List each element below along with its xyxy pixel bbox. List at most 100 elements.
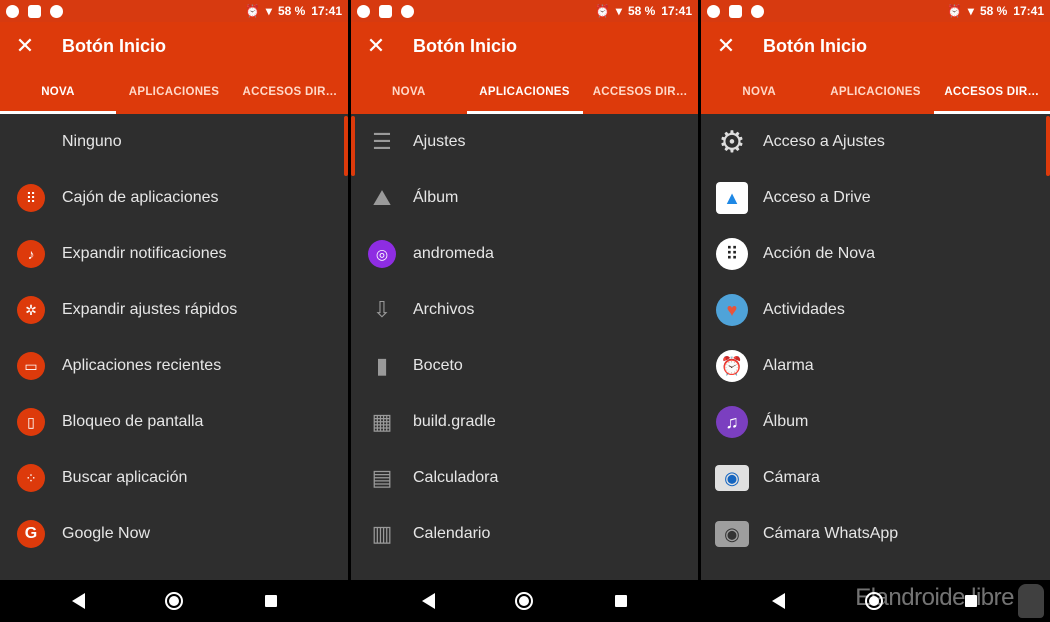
telegram-icon: [707, 4, 720, 18]
tab-accesos[interactable]: ACCESOS DIR…: [934, 70, 1050, 114]
close-button[interactable]: ✕: [0, 33, 50, 59]
list-item-label: Acceso a Ajustes: [763, 133, 885, 150]
back-icon[interactable]: [422, 593, 435, 609]
close-button[interactable]: ✕: [351, 33, 401, 59]
app-drawer-icon: ⠿: [17, 184, 45, 212]
recents-square-icon[interactable]: [615, 595, 627, 607]
list-item-label: Cajón de aplicaciones: [62, 189, 219, 206]
list-item-label: Expandir ajustes rápidos: [62, 301, 238, 318]
list-item-label: andromeda: [413, 245, 494, 262]
app-bar: ✕ Botón Inicio: [701, 22, 1050, 70]
app-bar: ✕ Botón Inicio: [351, 22, 698, 70]
nav-back-3[interactable]: [772, 580, 785, 622]
back-icon[interactable]: [772, 593, 785, 609]
no-disturb-icon: [401, 4, 414, 18]
list-item[interactable]: G Google Now: [0, 506, 348, 562]
list-item-label: Álbum: [763, 413, 809, 430]
list-item[interactable]: ⇩ Archivos: [351, 282, 698, 338]
download-arrow-icon: ⇩: [372, 297, 392, 322]
sliders-icon: ☰: [372, 129, 392, 154]
home-icon[interactable]: [165, 592, 183, 610]
google-icon: G: [17, 520, 45, 548]
nav-back-1[interactable]: [72, 580, 85, 622]
list-item[interactable]: ◎ andromeda: [351, 226, 698, 282]
list-item-label: Aplicaciones recientes: [62, 357, 222, 374]
search-apps-icon: ⁘: [17, 464, 45, 492]
scrollbar[interactable]: [1046, 116, 1050, 176]
list-item-label: build.gradle: [413, 413, 496, 430]
andromeda-icon: ◎: [368, 240, 396, 268]
list-item-label: Buscar aplicación: [62, 469, 188, 486]
recents-square-icon[interactable]: [265, 595, 277, 607]
gear-icon: ✲: [17, 296, 45, 324]
list-item-label: Cámara WhatsApp: [763, 525, 899, 542]
tab-nova[interactable]: NOVA: [701, 70, 817, 114]
list-item-label: Álbum: [413, 189, 459, 206]
list-item-label: Boceto: [413, 357, 463, 374]
list-item-label: Bloqueo de pantalla: [62, 413, 204, 430]
nav-home-2[interactable]: [515, 580, 533, 622]
list-item[interactable]: ♫ Álbum: [701, 394, 1050, 450]
scrollbar[interactable]: [344, 116, 348, 176]
back-icon[interactable]: [72, 593, 85, 609]
image-icon: [379, 4, 392, 18]
list-item[interactable]: ▲ Acceso a Drive: [701, 170, 1050, 226]
list-item[interactable]: ⠿ Acción de Nova: [701, 226, 1050, 282]
list-item[interactable]: ♪ Expandir notificaciones: [0, 226, 348, 282]
watermark-text: Elandroide libre: [855, 584, 1014, 611]
nav-home-1[interactable]: [165, 580, 183, 622]
battery-text: 58 %: [979, 4, 1008, 18]
list-item[interactable]: ☰ Ajustes: [351, 114, 698, 170]
list-item[interactable]: ▤ Calculadora: [351, 450, 698, 506]
image-icon: [729, 4, 742, 18]
battery-text: 58 %: [627, 4, 656, 18]
list-item[interactable]: ⏰ Alarma: [701, 338, 1050, 394]
list-item[interactable]: ⛰ Álbum: [351, 170, 698, 226]
tab-nova[interactable]: NOVA: [0, 70, 116, 114]
camera-icon: ◉: [715, 465, 749, 491]
action-list: Ninguno ⠿ Cajón de aplicaciones ♪ Expandir…: [0, 114, 348, 562]
list-item[interactable]: ⠿ Cajón de aplicaciones: [0, 170, 348, 226]
navigation-bar: Elandroide libre: [0, 580, 1050, 622]
list-item[interactable]: ▥ Calendario: [351, 506, 698, 562]
alarm-status-icon: ⏰: [946, 4, 962, 18]
home-icon[interactable]: [515, 592, 533, 610]
tab-nova[interactable]: NOVA: [351, 70, 467, 114]
list-item-label: Alarma: [763, 357, 814, 374]
list-item[interactable]: ▮ Boceto: [351, 338, 698, 394]
screen-accesos-tab: ⏰ ▾ 58 % 17:41 ✕ Botón Inicio NOVA APLICACI…: [701, 0, 1050, 580]
list-item[interactable]: Ninguno: [0, 114, 348, 170]
status-bar: ⏰ ▾ 58 % 17:41: [0, 0, 348, 22]
list-item[interactable]: ◉ Cámara WhatsApp: [701, 506, 1050, 562]
qr-icon: ▦: [371, 409, 393, 434]
tab-accesos[interactable]: ACCESOS DIR…: [232, 70, 348, 114]
status-bar: ⏰ ▾ 58 % 17:41: [351, 0, 698, 22]
alarm-status-icon: ⏰: [594, 4, 610, 18]
tab-aplicaciones[interactable]: APLICACIONES: [116, 70, 232, 114]
list-item[interactable]: ⁘ Buscar aplicación: [0, 450, 348, 506]
activities-icon: ♥: [716, 294, 748, 326]
tab-aplicaciones[interactable]: APLICACIONES: [817, 70, 933, 114]
scrollbar[interactable]: [351, 116, 355, 176]
screen-aplicaciones-tab: ⏰ ▾ 58 % 17:41 ✕ Botón Inicio NOVA APLICACI…: [351, 0, 698, 580]
tab-aplicaciones[interactable]: APLICACIONES: [467, 70, 583, 114]
nav-recents-1[interactable]: [265, 580, 277, 622]
list-item[interactable]: ▭ Aplicaciones recientes: [0, 338, 348, 394]
calendar-icon: ▥: [371, 521, 393, 546]
list-item[interactable]: ✲ Expandir ajustes rápidos: [0, 282, 348, 338]
list-item[interactable]: ♥ Actividades: [701, 282, 1050, 338]
close-button[interactable]: ✕: [701, 33, 751, 59]
tab-bar: NOVA APLICACIONES ACCESOS DIR…: [0, 70, 348, 114]
list-item-label: Calculadora: [413, 469, 499, 486]
nav-back-2[interactable]: [422, 580, 435, 622]
tab-accesos[interactable]: ACCESOS DIR…: [582, 70, 698, 114]
list-item[interactable]: ▯ Bloqueo de pantalla: [0, 394, 348, 450]
wifi-icon: ▾: [615, 4, 622, 18]
list-item[interactable]: ▦ build.gradle: [351, 394, 698, 450]
list-item[interactable]: ⚙ Acceso a Ajustes: [701, 114, 1050, 170]
list-item-label: Google Now: [62, 525, 151, 542]
phone-lock-icon: ▯: [17, 408, 45, 436]
nav-recents-2[interactable]: [615, 580, 627, 622]
list-item-label: Calendario: [413, 525, 491, 542]
list-item[interactable]: ◉ Cámara: [701, 450, 1050, 506]
